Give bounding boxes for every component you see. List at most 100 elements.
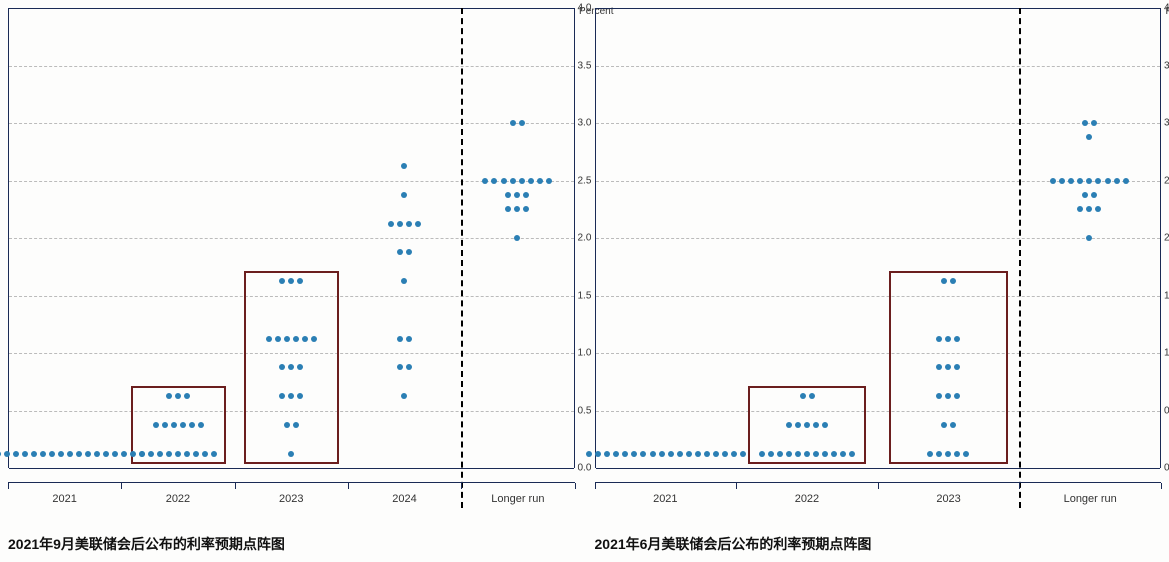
dot [58,451,64,457]
dot [546,178,552,184]
longer-run-separator [1019,8,1021,508]
dot [505,206,511,212]
dot [49,451,55,457]
dot [586,451,592,457]
dot [804,422,810,428]
dot [406,221,412,227]
dot [622,451,628,457]
dot [831,451,837,457]
dot [514,235,520,241]
grid-line [9,8,574,9]
dot [713,451,719,457]
dot [406,364,412,370]
dot [514,206,520,212]
dot [388,221,394,227]
dot [297,364,303,370]
dot [795,451,801,457]
dot [950,278,956,284]
dot [397,249,403,255]
dot [153,422,159,428]
dot [927,451,933,457]
dot [31,451,37,457]
dot [1086,178,1092,184]
grid-line [9,238,574,239]
dot [193,451,199,457]
dot [1114,178,1120,184]
dot [293,336,299,342]
dot [184,451,190,457]
dot [740,451,746,457]
right-panel: Percent 0.00.51.01.52.02.53.03.54.0 2021… [595,8,1162,554]
dot [1086,206,1092,212]
dot [668,451,674,457]
dot [840,451,846,457]
grid-line [596,296,1161,297]
dot [184,393,190,399]
dot [401,163,407,169]
x-tick-mark [121,483,122,489]
dot [266,336,272,342]
dot [401,192,407,198]
dot [945,364,951,370]
dot [175,451,181,457]
dot [722,451,728,457]
dot [302,336,308,342]
dot [67,451,73,457]
dot [297,278,303,284]
x-tick-mark [1019,483,1020,489]
dot [954,393,960,399]
dot [1091,120,1097,126]
x-tick-mark [235,483,236,489]
dot [103,451,109,457]
dot [284,422,290,428]
dot [519,178,525,184]
dot [686,451,692,457]
dot [1091,192,1097,198]
dot [211,451,217,457]
dot [139,451,145,457]
dot [189,422,195,428]
dot [768,451,774,457]
dot [415,221,421,227]
dot [1077,178,1083,184]
dot [510,178,516,184]
dot [945,451,951,457]
longer-run-separator [461,8,463,508]
dot [704,451,710,457]
grid-line [9,181,574,182]
dot [284,336,290,342]
dot [1095,206,1101,212]
dot [401,278,407,284]
dot [482,178,488,184]
y-tick-label: 0.5 [1164,405,1169,416]
dot [777,451,783,457]
dot [519,120,525,126]
dot [0,451,1,457]
dot [279,364,285,370]
x-tick-mark [461,483,462,489]
x-tick-mark [8,483,9,489]
x-tick-mark [736,483,737,489]
dot [1059,178,1065,184]
dot [501,178,507,184]
dot [148,451,154,457]
dot [604,451,610,457]
dot [288,451,294,457]
dot [963,451,969,457]
dot [397,221,403,227]
grid-line [596,411,1161,412]
dot [1082,120,1088,126]
y-tick-label: 1.5 [1164,290,1169,301]
y-tick-label: 2.5 [1164,175,1169,186]
x-tick-label: 2022 [795,493,819,505]
dot [813,451,819,457]
dot [13,451,19,457]
dot [85,451,91,457]
dot [528,178,534,184]
dot [936,393,942,399]
dot [936,364,942,370]
x-tick-mark [575,483,576,489]
x-tick-mark [878,483,879,489]
dot [1082,192,1088,198]
dot [795,422,801,428]
